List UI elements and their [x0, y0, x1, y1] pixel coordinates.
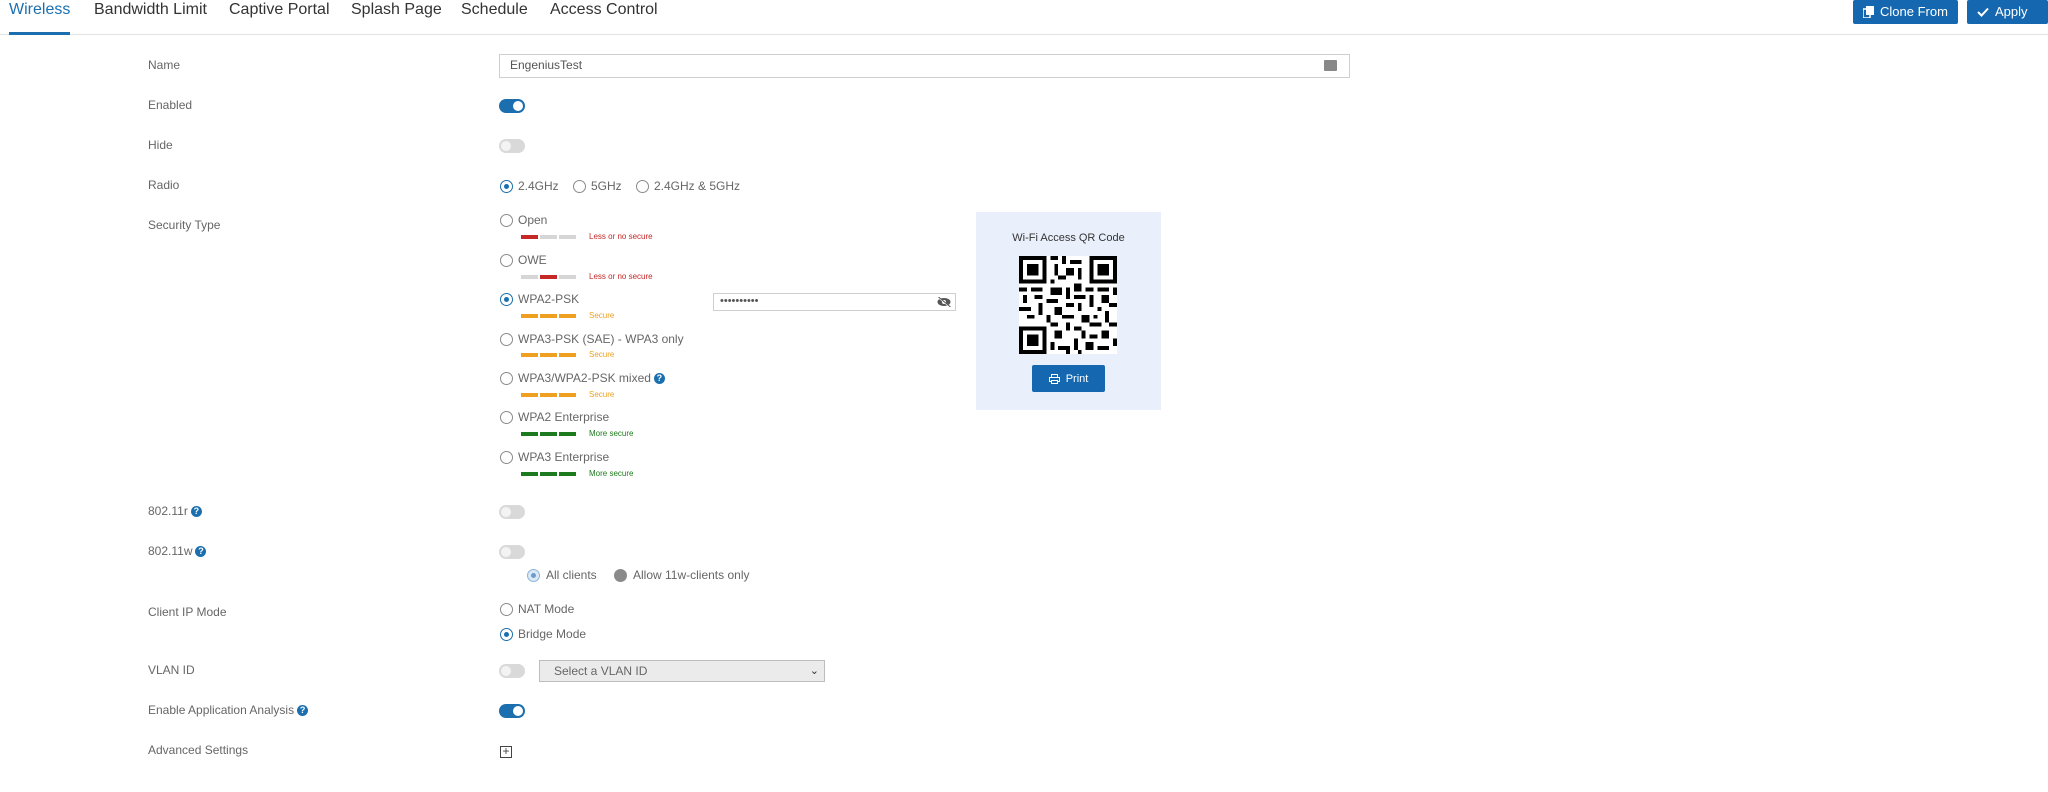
apply-button[interactable]: Apply — [1967, 0, 2048, 24]
security-note: Secure — [589, 390, 615, 399]
dot11r-toggle[interactable] — [499, 505, 525, 519]
nat-mode-radio[interactable] — [500, 603, 513, 616]
help-icon[interactable]: ? — [653, 373, 665, 384]
vlan-id-placeholder: Select a VLAN ID — [554, 664, 648, 678]
security-wpa3-enterprise-radio[interactable] — [500, 451, 513, 464]
dot11w-11w-only-label: Allow 11w-clients only — [633, 568, 750, 582]
enabled-toggle[interactable] — [499, 99, 525, 113]
dot11r-text: 802.11r — [148, 504, 188, 518]
security-note: Secure — [589, 311, 615, 320]
printer-icon — [1048, 373, 1060, 384]
vlan-toggle[interactable] — [499, 664, 525, 678]
bridge-mode-label: Bridge Mode — [518, 627, 587, 641]
dot11w-all-clients-label: All clients — [546, 568, 597, 582]
help-icon[interactable]: ? — [190, 506, 202, 517]
print-button[interactable]: Print — [1032, 365, 1105, 392]
help-icon[interactable]: ? — [297, 705, 309, 716]
qr-code-image — [1019, 256, 1117, 354]
tab-bandwidth-limit[interactable]: Bandwidth Limit — [94, 0, 207, 32]
app-analysis-toggle[interactable] — [499, 704, 525, 718]
security-wpa3-psk-radio[interactable] — [500, 333, 513, 346]
clone-from-label: Clone From — [1880, 4, 1948, 19]
radio-5ghz[interactable] — [573, 180, 586, 193]
security-wpa3-wpa2-mixed-radio[interactable] — [500, 372, 513, 385]
enabled-label: Enabled — [148, 98, 193, 112]
radio-5ghz-label: 5GHz — [591, 179, 622, 193]
clone-from-button[interactable]: Clone From — [1853, 0, 1958, 24]
password-value: •••••••••• — [720, 295, 759, 307]
security-wpa3-wpa2-mixed-text: WPA3/WPA2-PSK mixed — [518, 371, 651, 385]
radio-24ghz[interactable] — [500, 180, 513, 193]
security-note: More secure — [589, 469, 634, 478]
security-wpa3-enterprise-label: WPA3 Enterprise — [518, 450, 610, 464]
dot11w-11w-only-radio[interactable] — [614, 569, 627, 582]
security-owe-label: OWE — [518, 253, 547, 267]
hide-label: Hide — [148, 138, 173, 152]
print-label: Print — [1065, 372, 1089, 385]
tab-wireless[interactable]: Wireless — [9, 0, 71, 35]
radio-24-and-5ghz-label: 2.4GHz & 5GHz — [654, 179, 741, 193]
copy-icon — [1863, 6, 1874, 18]
advanced-settings-label: Advanced Settings — [148, 743, 249, 757]
app-analysis-label: Enable Application Analysis? — [148, 703, 309, 717]
security-open-radio[interactable] — [500, 214, 513, 227]
expand-plus-icon[interactable]: + — [500, 745, 512, 758]
vlan-id-label: VLAN ID — [148, 663, 195, 677]
security-wpa2-psk-label: WPA2-PSK — [518, 292, 580, 306]
chevron-down-icon: ⌄ — [809, 665, 819, 677]
hide-toggle[interactable] — [499, 139, 525, 153]
security-wpa3-psk-label: WPA3-PSK (SAE) - WPA3 only — [518, 332, 684, 346]
qr-code-panel: Wi-Fi Access QR Code Print — [976, 212, 1161, 410]
security-type-label: Security Type — [148, 218, 221, 232]
dot11w-all-clients-radio[interactable] — [527, 569, 540, 582]
apply-label: Apply — [1995, 4, 2028, 19]
bridge-mode-radio[interactable] — [500, 628, 513, 641]
security-wpa2-enterprise-label: WPA2 Enterprise — [518, 410, 610, 424]
tab-schedule[interactable]: Schedule — [461, 0, 528, 32]
eye-slash-icon[interactable] — [937, 297, 951, 307]
security-wpa2-enterprise-radio[interactable] — [500, 411, 513, 424]
tab-access-control[interactable]: Access Control — [550, 0, 658, 32]
security-owe-radio[interactable] — [500, 254, 513, 267]
name-label: Name — [148, 58, 181, 72]
help-icon[interactable]: ? — [195, 546, 207, 557]
security-note: Less or no secure — [589, 232, 653, 241]
name-field[interactable]: EngeniusTest — [499, 54, 1350, 78]
password-field[interactable]: •••••••••• — [713, 293, 956, 311]
nat-mode-label: NAT Mode — [518, 602, 575, 616]
security-wpa3-wpa2-mixed-label: WPA3/WPA2-PSK mixed? — [518, 371, 665, 385]
tab-bar: Wireless Bandwidth Limit Captive Portal … — [0, 0, 2048, 35]
client-ip-mode-label: Client IP Mode — [148, 605, 227, 619]
security-note: Less or no secure — [589, 272, 653, 281]
app-analysis-text: Enable Application Analysis — [148, 703, 295, 717]
security-wpa2-psk-radio[interactable] — [500, 293, 513, 306]
dot11w-toggle[interactable] — [499, 545, 525, 559]
name-value: EngeniusTest — [510, 58, 583, 72]
dot11w-text: 802.11w — [148, 544, 193, 558]
qr-code-title: Wi-Fi Access QR Code — [1012, 232, 1125, 244]
radio-24ghz-label: 2.4GHz — [518, 179, 559, 193]
radio-label: Radio — [148, 178, 180, 192]
vlan-id-select[interactable]: Select a VLAN ID ⌄ — [539, 660, 825, 682]
dot11w-label: 802.11w? — [148, 544, 207, 558]
tab-captive-portal[interactable]: Captive Portal — [229, 0, 330, 32]
security-note: More secure — [589, 429, 634, 438]
tab-splash-page[interactable]: Splash Page — [351, 0, 442, 32]
dot11r-label: 802.11r? — [148, 504, 202, 518]
security-open-label: Open — [518, 213, 548, 227]
check-icon — [1977, 7, 1989, 17]
radio-24-and-5ghz[interactable] — [636, 180, 649, 193]
security-note: Secure — [589, 350, 615, 359]
keyboard-icon[interactable] — [1324, 60, 1337, 71]
